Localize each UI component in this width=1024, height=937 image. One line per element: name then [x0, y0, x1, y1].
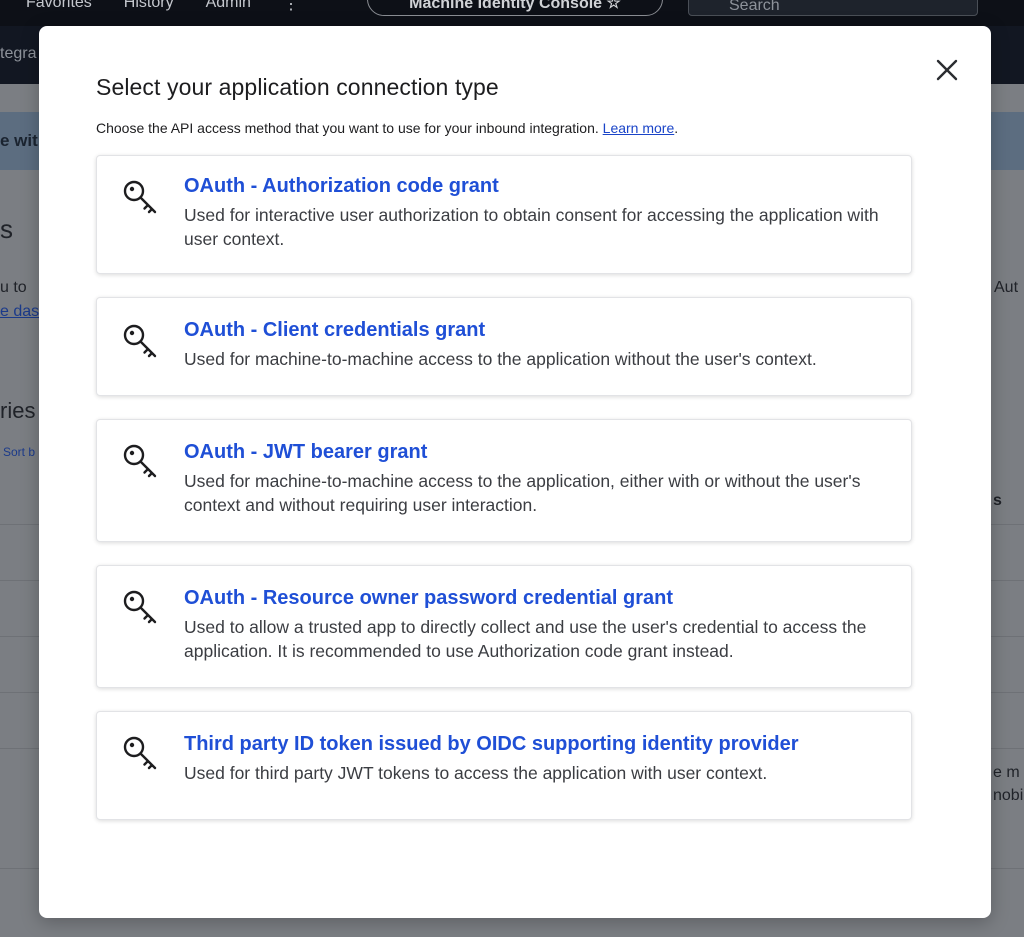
modal-description: Choose the API access method that you wa…: [96, 120, 678, 136]
right-text-1: Aut: [994, 279, 1019, 296]
section-heading: ries: [0, 398, 36, 423]
page-link[interactable]: e das: [0, 303, 39, 321]
nav-history[interactable]: History: [124, 0, 174, 14]
modal-description-text: Choose the API access method that you wa…: [96, 120, 603, 136]
key-icon: [123, 180, 157, 214]
option-description: Used for interactive user authorization …: [184, 205, 879, 249]
key-icon: [123, 444, 157, 478]
option-description: Used for machine-to-machine access to th…: [184, 471, 861, 515]
key-icon: [123, 590, 157, 624]
option-title: Third party ID token issued by OIDC supp…: [184, 733, 799, 755]
page-text: u to: [0, 279, 27, 296]
context-pill[interactable]: Machine Identity Console ☆: [367, 0, 663, 16]
close-button[interactable]: [931, 54, 963, 86]
sub-header-label: tegra: [0, 45, 37, 62]
option-client-credentials-grant[interactable]: OAuth - Client credentials grant Used fo…: [96, 297, 912, 396]
modal-title: Select your application connection type: [96, 74, 499, 100]
option-authorization-code-grant[interactable]: OAuth - Authorization code grant Used fo…: [96, 155, 912, 274]
connection-type-modal: Select your application connection type …: [39, 26, 991, 918]
option-description: Used to allow a trusted app to directly …: [184, 617, 867, 661]
option-jwt-bearer-grant[interactable]: OAuth - JWT bearer grant Used for machin…: [96, 419, 912, 542]
right-text-3: e m: [993, 764, 1020, 781]
nav-admin[interactable]: Admin: [206, 0, 251, 14]
key-icon: [123, 736, 157, 770]
page-heading: s: [0, 214, 13, 244]
right-text-2: s: [993, 492, 1002, 509]
nav-more[interactable]: ⋮: [283, 0, 299, 14]
option-resource-owner-password-grant[interactable]: OAuth - Resource owner password credenti…: [96, 565, 912, 688]
sort-button[interactable]: Sort b: [3, 445, 35, 459]
option-description: Used for third party JWT tokens to acces…: [184, 763, 768, 783]
option-title: OAuth - Resource owner password credenti…: [184, 587, 673, 609]
info-banner-text: e wit: [0, 131, 38, 150]
top-nav: Favorites History Admin ⋮: [26, 0, 299, 14]
option-title: OAuth - Client credentials grant: [184, 319, 486, 341]
close-icon: [936, 59, 958, 81]
option-title: OAuth - JWT bearer grant: [184, 441, 428, 463]
nav-favorites[interactable]: Favorites: [26, 0, 92, 14]
option-third-party-id-token[interactable]: Third party ID token issued by OIDC supp…: [96, 711, 912, 820]
modal-description-period: .: [674, 120, 679, 136]
option-title: OAuth - Authorization code grant: [184, 175, 499, 197]
top-navigation-bar: Favorites History Admin ⋮ Machine Identi…: [0, 0, 1024, 26]
global-search-input[interactable]: Search: [688, 0, 978, 16]
option-description: Used for machine-to-machine access to th…: [184, 349, 817, 369]
right-text-4: nobi: [993, 787, 1024, 804]
learn-more-link[interactable]: Learn more: [603, 120, 675, 136]
key-icon: [123, 324, 157, 358]
